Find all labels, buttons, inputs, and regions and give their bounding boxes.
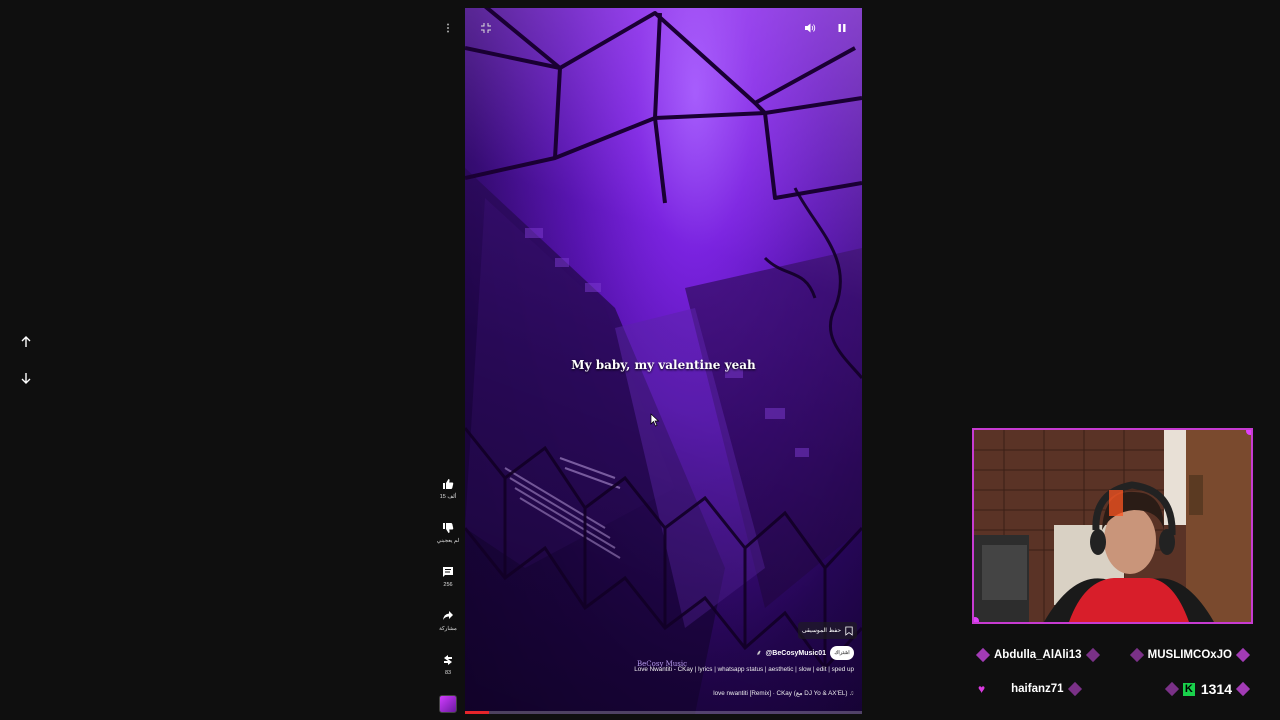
viewer-count: 1314 <box>1200 681 1232 697</box>
action-buttons: 15 ألف لم يعجبني 256 مشاركة 83 <box>436 475 460 715</box>
diamond-icon <box>1067 681 1082 697</box>
progress-bar[interactable] <box>465 711 862 714</box>
song-attribution[interactable]: love nwantiti [Remix] · CKay (مع DJ Yo &… <box>713 690 854 697</box>
pause-button[interactable] <box>832 18 852 38</box>
more-options-button[interactable] <box>438 18 458 38</box>
arrow-down-icon <box>21 373 31 384</box>
comments-button[interactable]: 256 <box>436 563 460 607</box>
more-vert-icon <box>447 23 449 33</box>
music-note-icon: ♫ <box>849 690 854 697</box>
volume-button[interactable] <box>800 18 820 38</box>
sound-thumbnail-button[interactable] <box>436 695 460 715</box>
diamond-icon <box>1164 681 1179 697</box>
mouse-cursor-icon <box>650 413 660 427</box>
channel-handle-link[interactable]: @BeCosyMusic01 <box>765 650 826 657</box>
kick-logo-icon: K <box>1182 682 1195 696</box>
overlay-user-2: MUSLIMCOxJO <box>1129 647 1251 663</box>
streamer-webcam-feed <box>974 430 1251 622</box>
save-music-button[interactable]: حفظ الموسيقى <box>798 622 858 639</box>
short-video-player[interactable]: My baby, my valentine yeah حفظ الموسيقى … <box>465 8 862 714</box>
collapse-icon <box>481 23 491 33</box>
share-icon <box>443 611 453 620</box>
overlay-user-3: ♥ haifanz71 <box>978 681 1082 697</box>
bookmark-icon <box>845 626 853 636</box>
progress-bar-fill <box>465 711 489 714</box>
viewer-counter: K 1314 <box>1164 681 1251 697</box>
comment-count: 256 <box>443 582 453 588</box>
overlay-corner-gem <box>1246 430 1251 435</box>
thumb-up-icon <box>443 479 454 489</box>
thumb-down-icon <box>443 523 454 533</box>
arrow-up-icon <box>21 336 31 347</box>
overlay-corner-gem <box>974 617 979 622</box>
remix-icon <box>444 655 452 665</box>
video-caption: My baby, my valentine yeah <box>571 358 756 372</box>
like-button[interactable]: 15 ألف <box>436 475 460 519</box>
diamond-icon <box>1235 681 1251 697</box>
webcam-overlay <box>972 428 1253 624</box>
diamond-icon <box>1235 647 1251 663</box>
verified-mark-icon: ⸙ <box>756 649 762 657</box>
diamond-icon <box>975 647 991 663</box>
collapse-button[interactable] <box>476 18 496 38</box>
overlay-username: MUSLIMCOxJO <box>1147 649 1232 661</box>
song-title: love nwantiti [Remix] · CKay (مع DJ Yo &… <box>713 690 848 697</box>
overlay-users-row-2: ♥ haifanz71 K 1314 <box>978 676 1251 702</box>
remix-button[interactable]: 83 <box>436 651 460 695</box>
heart-icon: ♥ <box>978 682 986 696</box>
overlay-username: haifanz71 <box>1011 683 1064 695</box>
share-button[interactable]: مشاركة <box>436 607 460 651</box>
dislike-label: لم يعجبني <box>436 538 460 544</box>
comment-icon <box>443 567 453 577</box>
channel-row: ⸙ @BeCosyMusic01 اشتراك <box>756 646 854 660</box>
diamond-icon <box>1085 647 1100 663</box>
pause-icon <box>838 24 846 32</box>
sound-thumbnail <box>439 695 457 713</box>
previous-short-button[interactable] <box>15 331 37 353</box>
like-count: 15 ألف <box>439 494 457 500</box>
overlay-username: Abdulla_AlAli13 <box>994 649 1082 661</box>
video-description[interactable]: Love Nwantiti - CKay | lyrics | whatsapp… <box>604 665 854 675</box>
overlay-users-row-1: Abdulla_AlAli13 MUSLIMCOxJO <box>975 642 1251 668</box>
overlay-user-1: Abdulla_AlAli13 <box>975 647 1100 663</box>
volume-icon <box>805 23 816 33</box>
next-short-button[interactable] <box>15 367 37 389</box>
diamond-icon <box>1129 647 1144 663</box>
remix-count: 83 <box>444 670 452 676</box>
share-label: مشاركة <box>439 626 457 632</box>
subscribe-button[interactable]: اشتراك <box>830 646 854 660</box>
dislike-button[interactable]: لم يعجبني <box>436 519 460 563</box>
save-music-label: حفظ الموسيقى <box>802 628 842 634</box>
